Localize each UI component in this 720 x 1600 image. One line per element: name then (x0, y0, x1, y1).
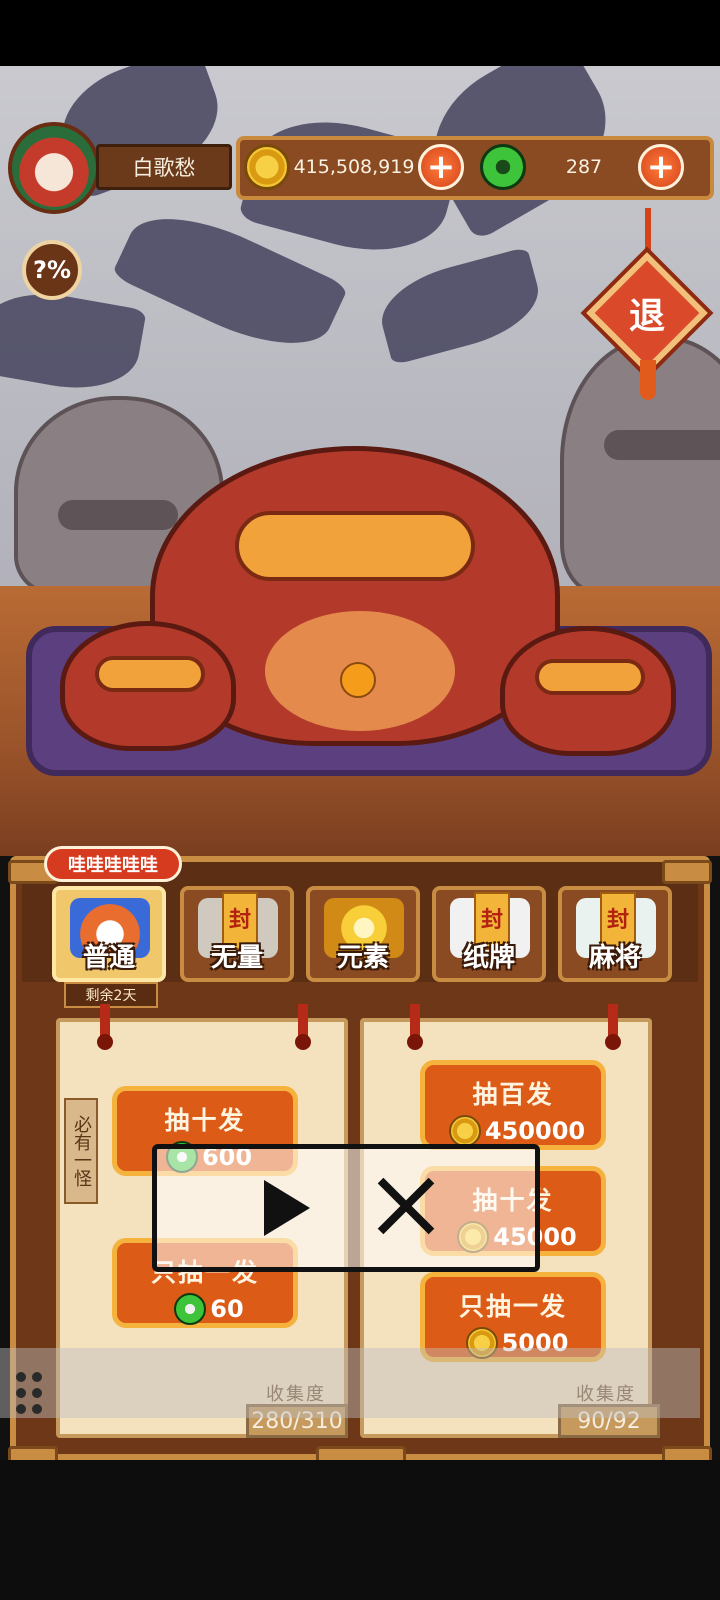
navigation-bar (0, 1460, 720, 1600)
guarantee-tag: 必有一怪 (64, 1098, 98, 1204)
small-frog-right (500, 626, 676, 756)
pin (100, 1004, 110, 1038)
tab-label: 普通 (82, 943, 135, 973)
tassel (640, 360, 656, 400)
player-name: 白歌愁 (96, 144, 232, 190)
pin (298, 1004, 308, 1038)
button-label: 抽百发 (472, 1080, 554, 1109)
cost: 60 (210, 1295, 244, 1323)
tab-label: 元素 (336, 943, 389, 973)
gold-coin-icon (244, 144, 290, 190)
tab-cards[interactable]: 封 纸牌 (432, 886, 546, 982)
play-icon[interactable] (264, 1180, 310, 1236)
help-button[interactable]: ?% (22, 240, 82, 300)
tab-label: 纸牌 (462, 943, 515, 973)
close-icon[interactable] (376, 1176, 436, 1236)
hundred-draw-gold-button[interactable]: 抽百发 450000 (420, 1060, 606, 1150)
video-ad-overlay (152, 1144, 540, 1272)
status-bar (0, 0, 720, 66)
button-label: 抽十发 (164, 1106, 246, 1135)
rail-cap-right (662, 860, 712, 884)
jade-icon (174, 1293, 207, 1325)
tab-infinite[interactable]: 封 无量 (180, 886, 294, 982)
button-label: 只抽一发 (458, 1292, 567, 1321)
menu-dots-icon[interactable] (14, 1372, 44, 1416)
pin-head (407, 1034, 423, 1050)
promo-bubble: 哇哇哇哇哇 (44, 846, 182, 882)
cost: 450000 (484, 1117, 586, 1145)
add-jade-button[interactable]: + (638, 144, 684, 190)
pin (410, 1004, 420, 1038)
add-gold-button[interactable]: + (418, 144, 464, 190)
pin-head (605, 1034, 621, 1050)
jade-icon (480, 144, 526, 190)
pin (608, 1004, 618, 1038)
avatar-icon[interactable] (8, 122, 100, 214)
pin-head (97, 1034, 113, 1050)
tab-normal[interactable]: 普通 (52, 886, 166, 982)
tab-label: 麻将 (588, 943, 641, 973)
tab-mahjong[interactable]: 封 麻将 (558, 886, 672, 982)
tab-label: 无量 (210, 943, 263, 973)
amber-bead (340, 662, 376, 698)
exit-label[interactable]: 退 (604, 270, 690, 356)
system-dim-bar (0, 1348, 700, 1418)
pin-head (295, 1034, 311, 1050)
gold-coin-icon (448, 1115, 481, 1147)
remaining-days: 剩余2天 (64, 982, 158, 1008)
small-frog-left (60, 621, 236, 751)
jade-amount: 287 (565, 156, 603, 178)
gold-amount: 415,508,919 (293, 156, 415, 178)
tab-element[interactable]: 元素 (306, 886, 420, 982)
